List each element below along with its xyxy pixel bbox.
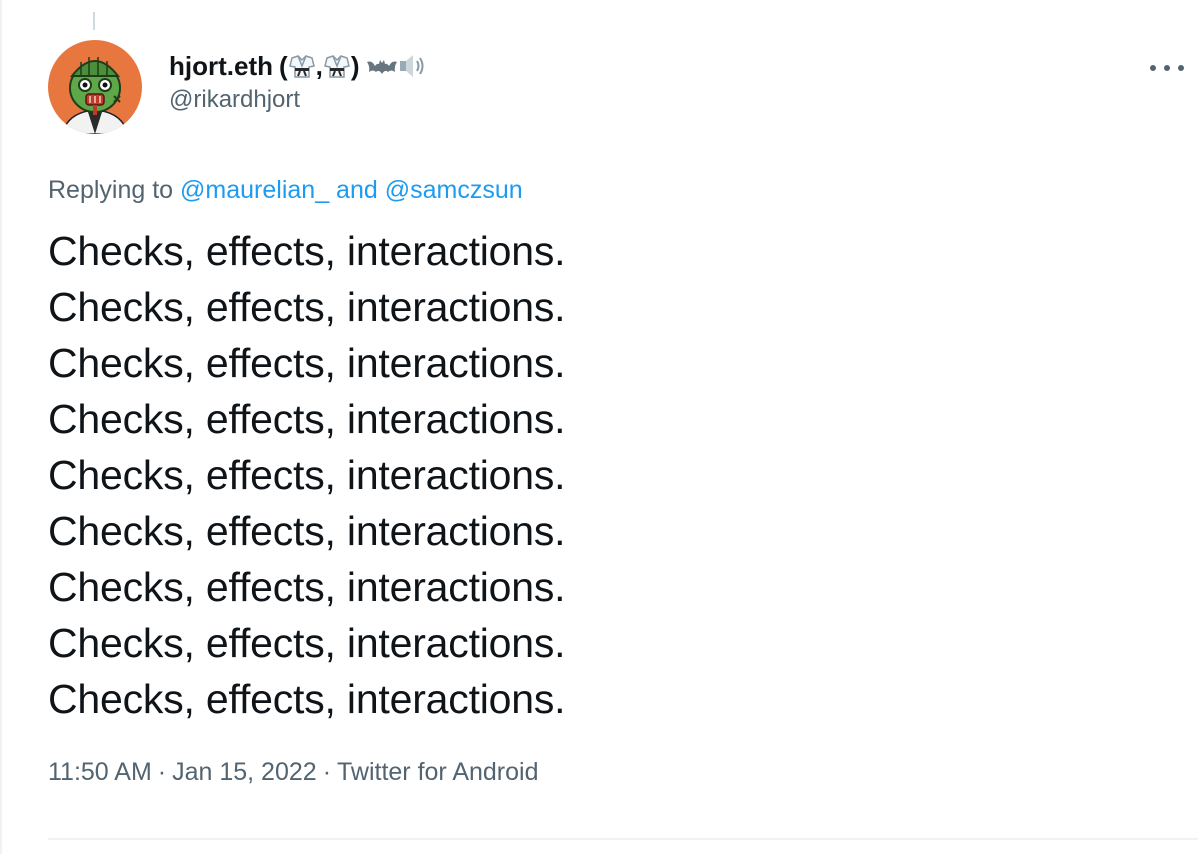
meta-separator: · [322,758,332,786]
tweet-source[interactable]: Twitter for Android [337,758,538,786]
tweet-text-line: Checks, effects, interactions. [48,676,566,722]
avatar-image [48,40,142,134]
tweet-header: hjort.eth ( , ) @rikardhjort [48,40,1198,134]
tweet-page: hjort.eth ( , ) @rikardhjort Replying to… [0,0,1198,854]
martial-arts-uniform-icon [323,55,350,78]
timeline-border [0,0,2,854]
tweet-text: Checks, effects, interactions. Checks, ef… [48,223,1198,727]
tweet-text-line: Checks, effects, interactions. [48,452,566,498]
tweet: hjort.eth ( , ) @rikardhjort Replying to… [48,40,1198,787]
display-name[interactable]: hjort.eth ( , ) [169,50,430,82]
tweet-text-line: Checks, effects, interactions. [48,340,566,386]
mention-link[interactable]: @maurelian_ and @samczsun [180,176,523,204]
speaker-icon [399,55,424,77]
tweet-text-line: Checks, effects, interactions. [48,620,566,666]
tweet-text-line: Checks, effects, interactions. [48,284,566,330]
user-info: hjort.eth ( , ) @rikardhjort [169,40,430,116]
tweet-text-line: Checks, effects, interactions. [48,396,566,442]
tweet-timestamp[interactable]: 11:50 AM · Jan 15, 2022 [48,758,317,786]
user-handle[interactable]: @rikardhjort [169,84,430,116]
display-name-text: hjort.eth [169,51,273,81]
tweet-metadata: 11:50 AM · Jan 15, 2022 · Twitter for Androi… [48,757,1198,787]
replying-to: Replying to @maurelian_ and @samczsun [48,175,1198,205]
tweet-text-line: Checks, effects, interactions. [48,564,566,610]
bat-icon [366,60,397,74]
martial-arts-uniform-icon [288,55,315,78]
more-horizontal-icon[interactable] [1150,58,1184,78]
thread-connector-line [93,12,95,30]
tweet-text-line: Checks, effects, interactions. [48,228,566,274]
avatar[interactable] [48,40,142,134]
tweet-text-line: Checks, effects, interactions. [48,508,566,554]
replying-prefix: Replying to [48,176,174,204]
tweet-divider [48,838,1198,840]
